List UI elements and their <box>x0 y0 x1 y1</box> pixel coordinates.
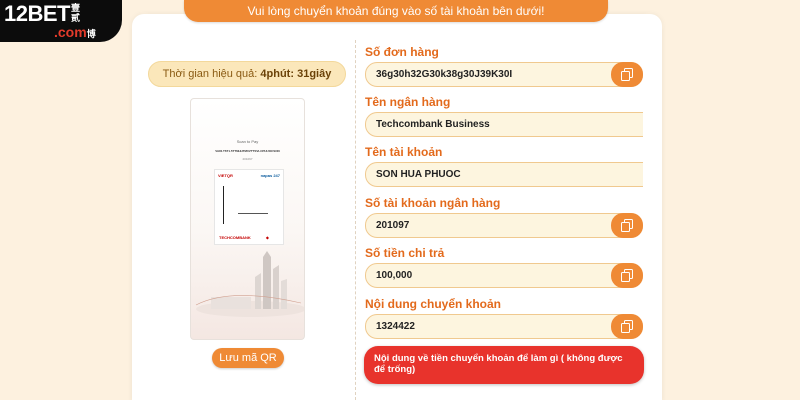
bank-name-value: Techcombank Business <box>376 119 490 130</box>
amount-field: 100,000 <box>365 263 643 288</box>
timer-seconds: 31giây <box>297 68 332 80</box>
logo-cn-bottom: 博 <box>86 29 96 39</box>
account-name-field: SON HUA PHUOC <box>365 162 643 187</box>
transfer-content-value: 1324422 <box>376 321 415 332</box>
timer-minutes: 4phút: <box>260 68 295 80</box>
copy-amount-button[interactable] <box>611 263 643 288</box>
copy-icon <box>621 320 633 333</box>
account-number-field: 201097 <box>365 213 643 238</box>
copy-icon <box>621 269 633 282</box>
amount-label: Số tiền chi trả <box>365 246 445 260</box>
order-number-value: 36g30h32G30k38g30J39K30I <box>376 69 513 80</box>
transfer-content-field: 1324422 <box>365 314 643 339</box>
save-qr-button[interactable]: Lưu mã QR <box>212 348 284 368</box>
instruction-banner: Vui lòng chuyển khoản đúng vào số tài kh… <box>184 0 608 22</box>
copy-order-number-button[interactable] <box>611 62 643 87</box>
qr-code <box>223 186 275 224</box>
bank-name-label: Tên ngân hàng <box>365 95 451 109</box>
amount-value: 100,000 <box>376 270 413 281</box>
techcombank-mark-icon: ◆ <box>265 235 269 240</box>
timer-label: Thời gian hiệu quả: <box>162 68 258 80</box>
account-number-label: Số tài khoản ngân hàng <box>365 196 501 210</box>
qr-image: Scan to Pay VADI.T6T1.5TTNHHTM0VTTSVLCPH… <box>190 98 305 340</box>
transfer-content-label: Nội dung chuyển khoản <box>365 297 502 311</box>
logo-text: 12BET <box>4 1 70 26</box>
logo-cn-top: 壹贰 <box>70 3 80 23</box>
city-skyline-icon <box>195 251 304 317</box>
account-name-label: Tên tài khoản <box>365 145 443 159</box>
account-number-value: 201097 <box>376 220 410 231</box>
account-name-value: SON HUA PHUOC <box>376 169 461 180</box>
techcombank-logo: TECHCOMBANK <box>219 235 251 240</box>
column-divider <box>355 40 356 400</box>
order-number-label: Số đơn hàng <box>365 45 439 59</box>
qr-account-line: VADI.T6T1.5TTNHHTM0VTTSVLCPHUOCSON <box>215 149 280 153</box>
validity-timer: Thời gian hiệu quả: 4phút: 31giây <box>148 61 346 87</box>
napas-logo: napas 247 <box>260 173 280 178</box>
copy-account-number-button[interactable] <box>611 213 643 238</box>
brand-logo: 12BET壹贰 .com博 <box>0 0 122 42</box>
qr-date: 201097 <box>242 157 253 161</box>
vietqr-logo: VIETQR <box>218 173 233 178</box>
copy-icon <box>621 219 633 232</box>
order-number-field: 36g30h32G30k38g30J39K30I <box>365 62 643 87</box>
bank-name-field: Techcombank Business <box>365 112 643 137</box>
qr-code-box: VIETQR napas 247 TECHCOMBANK ◆ <box>214 169 284 245</box>
qr-scan-text: Scan to Pay <box>236 139 259 144</box>
logo-domain: .com <box>54 24 87 40</box>
copy-transfer-content-button[interactable] <box>611 314 643 339</box>
copy-icon <box>621 68 633 81</box>
transfer-content-warning: Nội dung về tiền chuyển khoản để làm gì … <box>364 346 644 384</box>
